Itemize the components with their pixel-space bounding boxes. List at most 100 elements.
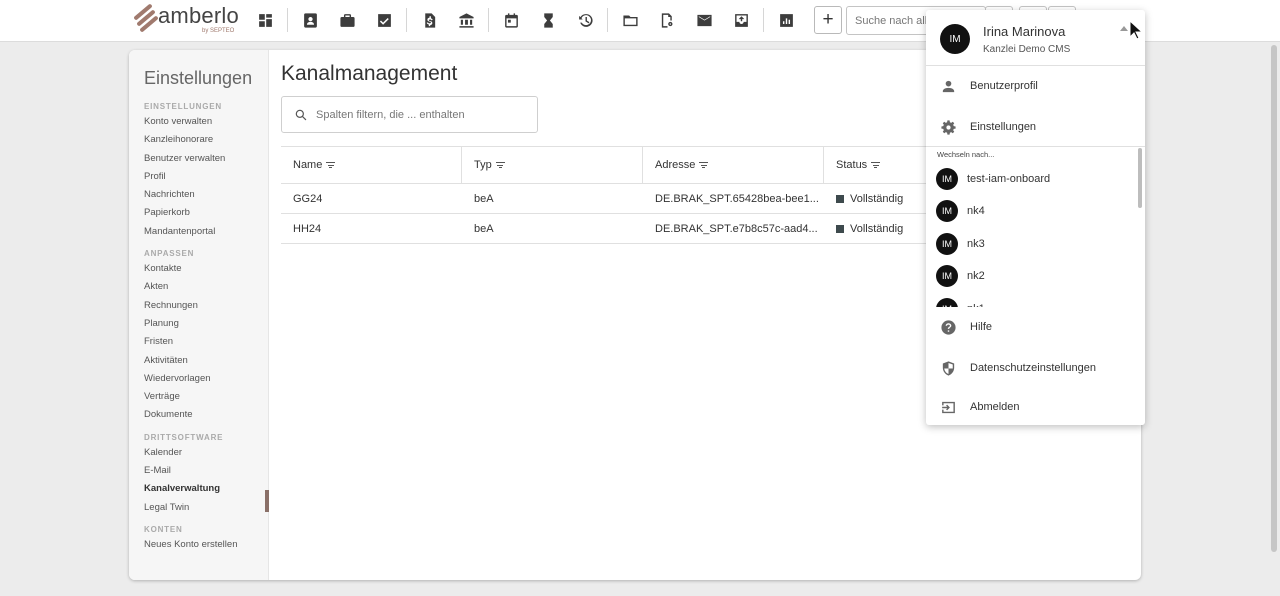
- sidebar-item[interactable]: Papierkorb: [144, 206, 264, 224]
- avatar: IM: [936, 200, 958, 222]
- sidebar-item[interactable]: Aktivitäten: [144, 354, 264, 372]
- toolbar-divider: [406, 8, 407, 32]
- sidebar-section-header: DRITTSOFTWARE: [144, 432, 224, 442]
- sidebar-item[interactable]: Dokumente: [144, 408, 264, 426]
- cell-type: beA: [474, 222, 494, 235]
- account-item[interactable]: IM nk3: [926, 231, 1136, 257]
- menu-item-privacy[interactable]: Datenschutzeinstellungen: [926, 354, 1145, 384]
- sidebar-item[interactable]: E-Mail: [144, 464, 264, 482]
- sidebar-section-header: EINSTELLUNGEN: [144, 102, 222, 111]
- shield-icon: [942, 361, 955, 376]
- menu-item-help[interactable]: Hilfe: [926, 313, 1145, 343]
- logo-mark-icon: [132, 3, 159, 33]
- sidebar-item[interactable]: Verträge: [144, 390, 264, 408]
- bank-icon[interactable]: [451, 6, 481, 34]
- page-title: Kanalmanagement: [281, 62, 458, 85]
- status-indicator-icon: [836, 224, 844, 233]
- sidebar-item[interactable]: Benutzer verwalten: [144, 152, 264, 170]
- column-header-type[interactable]: Typ: [462, 147, 643, 183]
- filter-placeholder: Spalten filtern, die ... enthalten: [316, 109, 465, 121]
- help-icon: [941, 320, 956, 335]
- column-header-name[interactable]: Name: [281, 147, 462, 183]
- reports-icon[interactable]: [771, 6, 801, 34]
- logo-subtitle: by SEPTEO: [202, 28, 235, 34]
- status-indicator-icon: [836, 194, 844, 203]
- search-icon: [295, 109, 307, 121]
- sidebar-item[interactable]: Akten: [144, 280, 264, 298]
- toolbar-divider: [287, 8, 288, 32]
- active-item-marker: [265, 490, 269, 512]
- briefcase-icon[interactable]: [332, 6, 362, 34]
- page-scrollbar[interactable]: [1271, 45, 1277, 552]
- user-name: Irina Marinova: [983, 24, 1066, 39]
- sort-icon[interactable]: [871, 161, 881, 170]
- cell-type: beA: [474, 192, 494, 205]
- account-switch-list: IM test-iam-onboard IM nk4 IM nk3 IM nk2…: [926, 162, 1145, 307]
- sidebar-item[interactable]: Kalender: [144, 446, 264, 464]
- sidebar-item[interactable]: Fristen: [144, 335, 264, 353]
- add-button[interactable]: +: [814, 6, 842, 34]
- cell-name: GG24: [293, 192, 323, 205]
- account-item[interactable]: IM test-iam-onboard: [926, 166, 1136, 192]
- account-item[interactable]: IM nk4: [926, 198, 1136, 224]
- avatar: IM: [936, 233, 958, 255]
- menu-item-settings[interactable]: Einstellungen: [926, 113, 1145, 143]
- sort-icon[interactable]: [495, 161, 505, 170]
- inbox-icon[interactable]: [726, 6, 756, 34]
- toolbar-divider: [763, 8, 764, 32]
- switch-account-label: Wechseln nach...: [937, 150, 995, 159]
- sidebar-item[interactable]: Nachrichten: [144, 188, 264, 206]
- sidebar-section-header: ANPASSEN: [144, 249, 195, 259]
- main-toolbar: [250, 6, 808, 34]
- avatar: IM: [936, 298, 958, 307]
- account-item[interactable]: IM nk1: [926, 296, 1136, 307]
- dashboard-icon[interactable]: [250, 6, 280, 34]
- user-organization: Kanzlei Demo CMS: [983, 44, 1071, 55]
- sidebar-item[interactable]: Konto verwalten: [144, 115, 264, 133]
- tasks-icon[interactable]: [369, 6, 399, 34]
- avatar: IM: [940, 24, 970, 54]
- mail-icon[interactable]: [689, 6, 719, 34]
- column-header-address[interactable]: Adresse: [643, 147, 824, 183]
- menu-divider: [926, 146, 1145, 147]
- cell-address: DE.BRAK_SPT.65428bea-bee1...: [655, 192, 819, 205]
- sidebar-nav: EINSTELLUNGEN Konto verwalten Kanzleihonor…: [144, 102, 264, 556]
- amberlo-logo[interactable]: amberlo by SEPTEO: [132, 3, 239, 38]
- menu-item-profile[interactable]: Benutzerprofil: [926, 72, 1145, 102]
- folder-icon[interactable]: [615, 6, 645, 34]
- sort-icon[interactable]: [699, 161, 709, 170]
- sidebar-item[interactable]: Planung: [144, 317, 264, 335]
- account-item[interactable]: IM nk2: [926, 263, 1136, 289]
- user-menu-header: IM Irina Marinova Kanzlei Demo CMS: [926, 10, 1145, 66]
- logout-icon: [942, 401, 955, 414]
- time-tracking-icon[interactable]: [570, 6, 600, 34]
- sidebar-item[interactable]: Neues Konto erstellen: [144, 538, 264, 556]
- avatar: IM: [936, 168, 958, 190]
- hourglass-icon[interactable]: [533, 6, 563, 34]
- sidebar-item[interactable]: Kontakte: [144, 262, 264, 280]
- sidebar-item[interactable]: Kanalverwaltung: [144, 482, 264, 500]
- collapse-caret-icon[interactable]: [1120, 26, 1128, 31]
- sidebar-item[interactable]: Legal Twin: [144, 501, 264, 519]
- invoice-icon[interactable]: [414, 6, 444, 34]
- user-menu: IM Irina Marinova Kanzlei Demo CMS Benut…: [926, 10, 1145, 425]
- calendar-icon[interactable]: [496, 6, 526, 34]
- column-filter-input[interactable]: Spalten filtern, die ... enthalten: [281, 96, 538, 133]
- sidebar-item[interactable]: Wiedervorlagen: [144, 372, 264, 390]
- mouse-cursor-icon: [1129, 20, 1143, 40]
- sidebar-item[interactable]: Kanzleihonorare: [144, 133, 264, 151]
- logo-text: amberlo: [158, 3, 239, 28]
- toolbar-divider: [607, 8, 608, 32]
- contacts-icon[interactable]: [295, 6, 325, 34]
- sidebar-item[interactable]: Mandantenportal: [144, 225, 264, 243]
- gear-icon: [941, 120, 956, 135]
- account-list-scrollbar[interactable]: [1138, 148, 1142, 208]
- sort-icon[interactable]: [326, 161, 336, 170]
- sidebar-item[interactable]: Profil: [144, 170, 264, 188]
- cell-address: DE.BRAK_SPT.e7b8c57c-aad4...: [655, 222, 818, 235]
- menu-item-logout[interactable]: Abmelden: [926, 393, 1145, 423]
- toolbar-divider: [488, 8, 489, 32]
- sidebar-item[interactable]: Rechnungen: [144, 299, 264, 317]
- cell-name: HH24: [293, 222, 322, 235]
- folder-settings-icon[interactable]: [652, 6, 682, 34]
